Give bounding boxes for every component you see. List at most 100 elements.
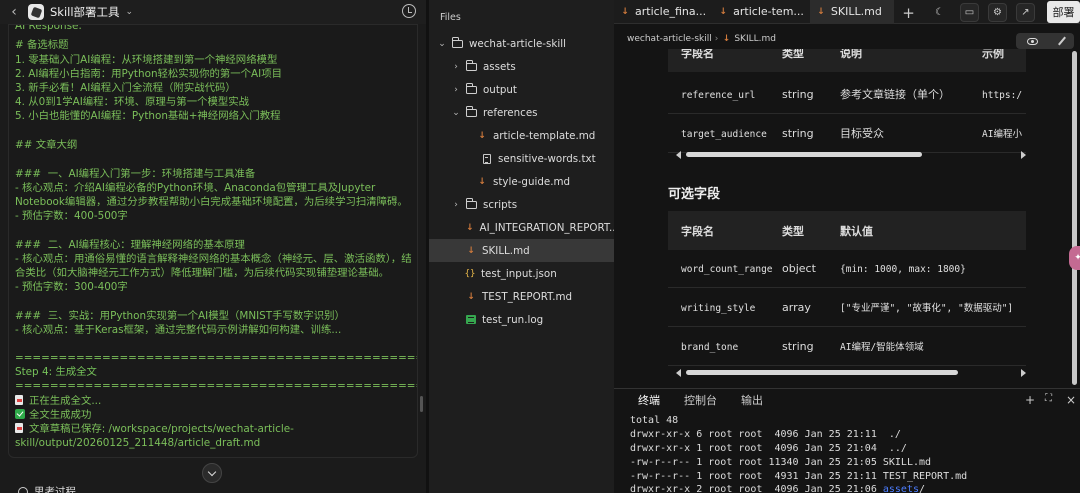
file-tree-item[interactable]: › output (429, 78, 614, 101)
chat-line: AI Response: (15, 24, 82, 32)
chat-output[interactable]: AI Response: # 备选标题 1. 零基础入门AI编程：从环境搭建到第… (8, 24, 418, 458)
table-row: writing_style array ["专业严谨", "故事化", "数据驱… (668, 288, 1026, 327)
json-file-icon: {} (464, 268, 476, 279)
tab-article-template[interactable]: ↓ article-tem... (712, 0, 808, 24)
scrollbar-thumb[interactable] (1072, 51, 1077, 385)
tab-terminal[interactable]: 终端 (638, 392, 660, 408)
table-cell: string (782, 87, 814, 101)
chat-panel: ‹ Skill部署工具 ⌄ AI Response: # 备选标题 1. 零基础… (0, 0, 426, 493)
table-header-cell: 字段名 (681, 49, 714, 60)
eye-icon[interactable] (1027, 37, 1039, 45)
table-cell: writing_style (681, 302, 756, 314)
file-tree-root[interactable]: ⌄ wechat-article-skill (429, 32, 614, 55)
add-terminal-icon[interactable]: + (1025, 393, 1035, 407)
folder-button-icon[interactable]: ▭ (960, 3, 979, 22)
thinking-toggle[interactable]: 思考过程 (18, 484, 76, 493)
theme-toggle-icon[interactable]: ☾ (930, 3, 949, 22)
chevron-right-icon: › (454, 61, 458, 72)
chevron-down-icon[interactable]: ⌄ (126, 7, 134, 17)
terminal-line-text: drwxr-xr-x 2 root root 4096 Jan 25 21:06 (630, 484, 883, 493)
file-tree-item[interactable]: ↓ TEST_REPORT.md (429, 285, 614, 308)
floating-assistant-button[interactable]: ✦ (1069, 246, 1080, 270)
app-logo-icon (28, 4, 44, 20)
tab-skill-md[interactable]: ↓ SKILL.md (809, 0, 894, 24)
scroll-left-arrow-icon[interactable] (676, 369, 681, 377)
chat-header: ‹ Skill部署工具 ⌄ (0, 0, 426, 24)
breadcrumb: wechat-article-skill › ↓ SKILL.md (614, 30, 776, 48)
tab-console[interactable]: 控制台 (684, 392, 717, 408)
scrollbar-thumb[interactable] (686, 152, 922, 157)
terminal-line: -rw-r--r-- 1 root root 4931 Jan 25 21:11… (630, 471, 968, 482)
chat-line: # 备选标题 (15, 39, 69, 51)
scrollbar-thumb[interactable] (686, 370, 958, 375)
markdown-file-icon: ↓ (621, 6, 629, 17)
vertical-scrollbar[interactable] (1072, 49, 1078, 387)
resize-handle[interactable] (420, 396, 423, 412)
history-icon[interactable] (402, 4, 416, 18)
edit-pen-icon[interactable] (1057, 36, 1066, 46)
chat-line-text: 正在生成全文... (29, 395, 102, 407)
chevron-down-icon (207, 467, 217, 476)
file-tree-item-selected[interactable]: ↓ SKILL.md (429, 239, 614, 262)
markdown-preview[interactable]: 字段名 类型 说明 示例 reference_url string 参考文章链接… (614, 49, 1080, 387)
breadcrumb-file[interactable]: SKILL.md (734, 34, 776, 44)
scroll-right-arrow-icon[interactable] (1021, 369, 1026, 377)
close-icon[interactable]: × (1066, 393, 1076, 407)
table-header-cell: 示例 (982, 49, 1004, 60)
external-link-icon[interactable]: ↗ (1016, 3, 1035, 22)
chevron-down-icon: ⌄ (438, 38, 446, 49)
file-tree-label: test_run.log (482, 313, 544, 326)
file-tree-item[interactable]: ↓ style-guide.md (429, 170, 614, 193)
scroll-left-arrow-icon[interactable] (676, 151, 681, 159)
table-cell: ["专业严谨", "故事化", "数据驱动"] (840, 303, 1014, 314)
chat-line: 4. 从0到1学AI编程：环境、原理与第一个模型实战 (15, 96, 250, 108)
chat-line: 全文生成成功 (15, 409, 91, 422)
file-explorer: Files ⌄ wechat-article-skill › assets › … (429, 0, 619, 493)
new-tab-button[interactable]: + (899, 3, 918, 22)
terminal-output[interactable]: total 48 drwxr-xr-x 6 root root 4096 Jan… (614, 410, 1080, 493)
chevron-right-icon: › (454, 199, 458, 210)
file-tree-label: assets (483, 60, 516, 73)
file-tree-item[interactable]: ⌄ references (429, 101, 614, 124)
view-mode-toggle[interactable] (1016, 33, 1074, 49)
table-cell: {min: 1000, max: 1800} (840, 263, 966, 275)
back-chevron-icon[interactable]: ‹ (0, 4, 28, 20)
file-tree-item[interactable]: ↓ article-template.md (429, 124, 614, 147)
file-tree-item[interactable]: {} test_input.json (429, 262, 614, 285)
file-tree-item[interactable]: › scripts (429, 193, 614, 216)
file-tree-label: SKILL.md (482, 244, 530, 257)
table-header-cell: 说明 (840, 49, 862, 60)
file-tree-label: output (483, 83, 517, 96)
scroll-right-arrow-icon[interactable] (1021, 151, 1026, 159)
terminal-line-text: / (919, 484, 926, 493)
markdown-file-icon: ↓ (466, 222, 474, 233)
chat-line: 合类比（如大脑神经元工作方式）降低理解门槛，为后续代码实现铺垫理论基础。 (15, 267, 390, 279)
tab-label: SKILL.md (830, 5, 882, 18)
app-title[interactable]: Skill部署工具 (50, 4, 120, 20)
file-tree-item[interactable]: test_run.log (429, 308, 614, 331)
file-tree-label: article-template.md (493, 129, 596, 142)
file-tree-item[interactable]: ↓ AI_INTEGRATION_REPORT... (429, 216, 619, 239)
horizontal-scrollbar[interactable] (676, 150, 1026, 160)
table-cell: 目标受众 (840, 127, 884, 140)
terminal-dir-link[interactable]: assets (883, 484, 919, 493)
file-tree-item[interactable]: › assets (429, 55, 614, 78)
breadcrumb-folder[interactable]: wechat-article-skill (627, 34, 712, 44)
terminal-line: drwxr-xr-x 2 root root 4096 Jan 25 21:06… (630, 483, 925, 493)
settings-icon[interactable]: ⚙ (988, 3, 1007, 22)
scroll-down-button[interactable] (202, 463, 222, 483)
maximize-icon[interactable]: ⛶ (1045, 393, 1052, 404)
file-tree-item[interactable]: sensitive-words.txt (429, 147, 614, 170)
horizontal-scrollbar[interactable] (676, 368, 1026, 378)
text-file-icon (483, 153, 491, 164)
table-cell: string (782, 126, 814, 140)
markdown-file-icon: ↓ (719, 6, 727, 17)
table-cell: word_count_range (681, 263, 773, 275)
tab-article-final[interactable]: ↓ article_fina... (614, 0, 710, 24)
chat-line: - 核心观点：介绍AI编程必备的Python环境、Anaconda包管理工具及J… (15, 182, 376, 194)
tab-output[interactable]: 输出 (741, 392, 763, 408)
chat-line: ### 二、AI编程核心：理解神经网络的基本原理 (15, 239, 245, 251)
tab-bar: ↓ article_fina... ↓ article-tem... ↓ SKI… (614, 0, 1080, 24)
tab-label: article_fina... (635, 5, 707, 18)
deploy-button[interactable]: 部署 (1047, 1, 1080, 23)
